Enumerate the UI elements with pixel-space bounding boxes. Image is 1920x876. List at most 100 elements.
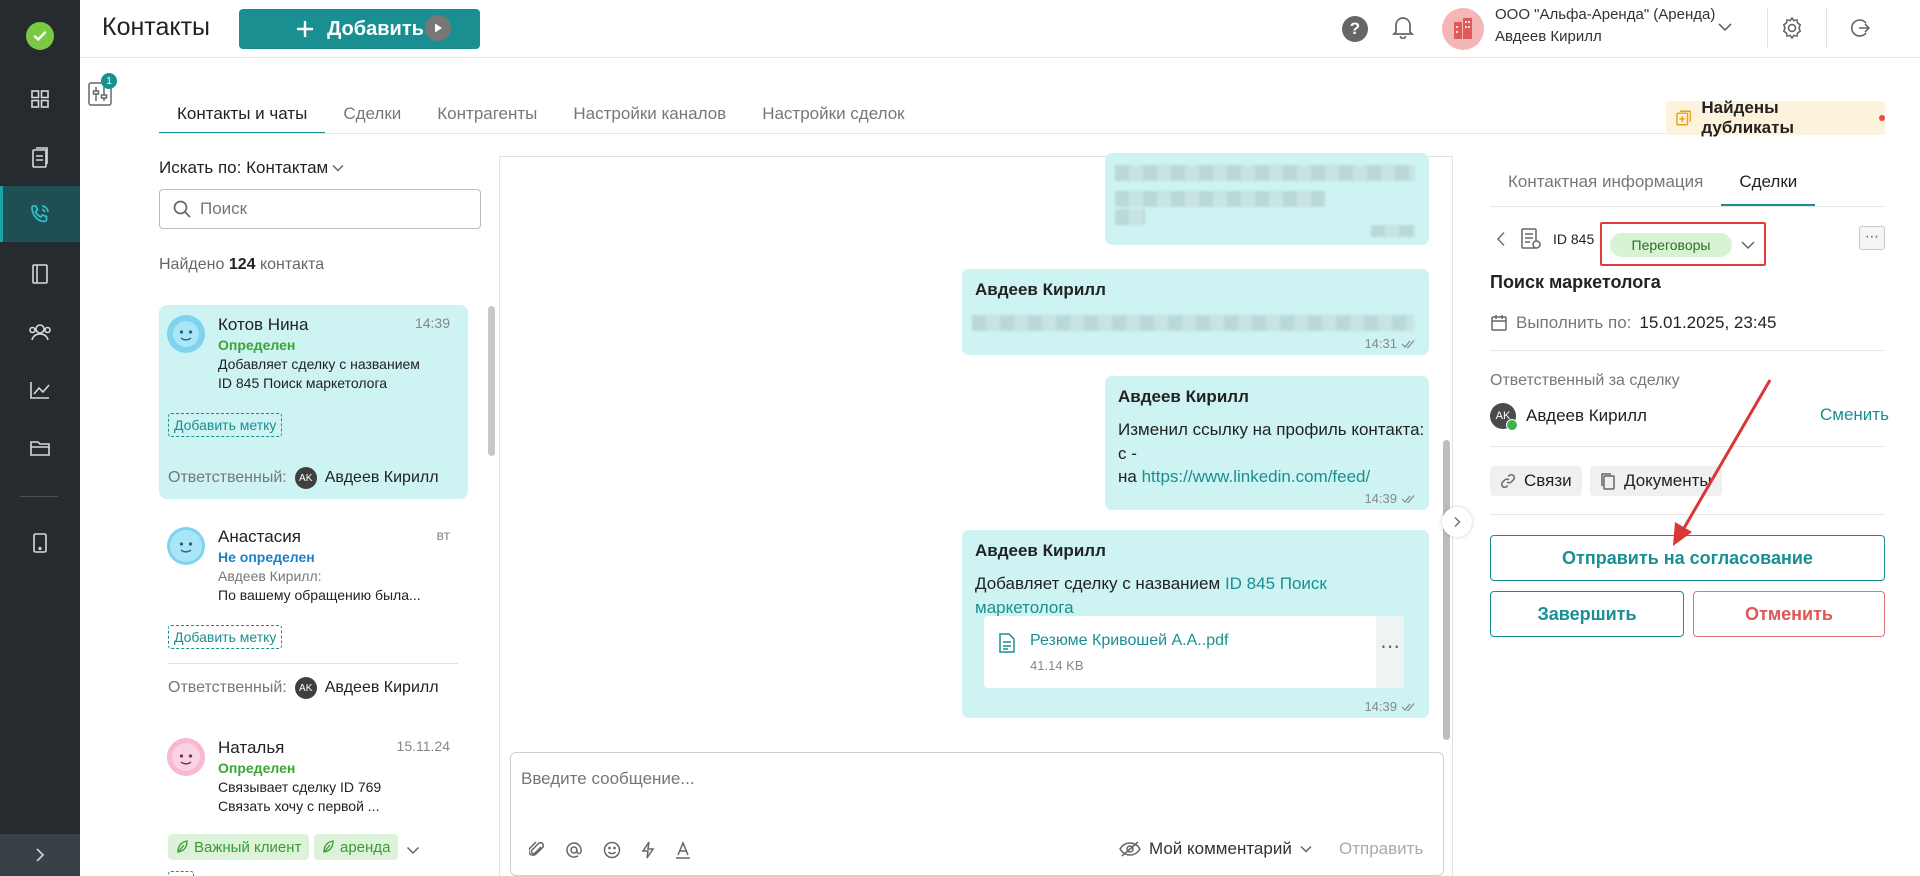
composer-tools	[529, 841, 691, 859]
page-title: Контакты	[102, 13, 210, 41]
search-by-dropdown[interactable]: Искать по: Контактам	[159, 158, 344, 178]
add-tag-button[interactable]: Добавить метку	[168, 413, 283, 437]
change-responsible-link[interactable]: Сменить	[1820, 405, 1889, 425]
tabs-divider	[159, 133, 1885, 134]
contact-time: 15.11.24	[396, 738, 450, 754]
contact-tag[interactable]: аренда	[314, 834, 399, 860]
deal-status-highlight[interactable]: Переговоры	[1600, 222, 1766, 266]
contact-last-message-author: Авдеев Кирилл:	[218, 568, 322, 584]
bell-icon[interactable]	[1391, 15, 1415, 44]
help-icon[interactable]: ?	[1342, 16, 1368, 42]
chevron-down-icon[interactable]	[1717, 19, 1733, 37]
message-text-prefix: на	[1118, 467, 1137, 486]
redacted-text	[1371, 225, 1415, 237]
file-attachment[interactable]: Резюме Кривошей А.А..pdf 41.14 KB ⋯	[984, 616, 1404, 688]
lightning-icon[interactable]	[641, 841, 655, 859]
contact-tag[interactable]: Важный клиент	[168, 834, 310, 860]
nav-tablet-icon[interactable]	[0, 515, 80, 571]
add-tag-button[interactable]	[168, 871, 194, 876]
tab-contact-info[interactable]: Контактная информация	[1490, 170, 1721, 206]
leaf-icon	[323, 840, 334, 853]
chat-message: Авдеев Кирилл Добавляет сделку с названи…	[962, 530, 1429, 718]
tab-deals-panel[interactable]: Сделки	[1721, 170, 1816, 206]
nav-folder-icon[interactable]	[0, 420, 80, 476]
emoji-icon[interactable]	[603, 841, 621, 859]
contact-responsible: Ответственный: AK Авдеев Кирилл	[168, 677, 439, 699]
contact-last-message: ID 845 Поиск маркетолога	[218, 375, 388, 391]
duplicates-found-button[interactable]: Найдены дубликаты	[1666, 98, 1885, 137]
deal-status-badge[interactable]: Переговоры	[1610, 233, 1732, 257]
nav-documents-icon[interactable]	[0, 130, 80, 186]
deal-tabs-divider	[1490, 206, 1885, 207]
deal-responsible-label: Ответственный за сделку	[1490, 372, 1680, 389]
contact-time: вт	[436, 527, 450, 543]
chat-scrollbar[interactable]	[1443, 440, 1450, 740]
message-time-text: 14:31	[1364, 336, 1397, 351]
add-tag-button[interactable]: Добавить метку	[168, 625, 283, 649]
contact-last-message: Связывает сделку ID 769	[218, 779, 382, 795]
rail-expand-chevron-icon[interactable]	[0, 834, 80, 876]
gear-icon[interactable]	[1780, 16, 1804, 45]
contact-card[interactable]: Анастасия вт Не определен Авдеев Кирилл:…	[159, 517, 468, 709]
tab-channel-settings[interactable]: Настройки каналов	[555, 100, 744, 134]
section-divider	[1490, 446, 1885, 447]
link-icon	[1500, 473, 1516, 489]
deal-panel-tabs: Контактная информация Сделки	[1490, 170, 1816, 206]
search-input[interactable]	[200, 199, 460, 219]
document-icon	[999, 633, 1015, 653]
nav-dashboard-icon[interactable]	[0, 71, 80, 127]
documents-label: Документы	[1624, 471, 1712, 490]
nav-analytics-icon[interactable]	[0, 362, 80, 418]
contact-status: Определен	[218, 760, 296, 776]
tab-counterparties[interactable]: Контрагенты	[419, 100, 555, 134]
mention-icon[interactable]	[565, 841, 583, 859]
org-avatar[interactable]	[1442, 8, 1484, 50]
chevron-down-icon	[332, 164, 344, 172]
contact-list-scrollbar[interactable]	[488, 306, 495, 456]
chevron-right-icon[interactable]	[1442, 507, 1472, 537]
send-button[interactable]: Отправить	[1339, 839, 1423, 859]
contact-search-box[interactable]	[159, 189, 481, 229]
submit-for-approval-button[interactable]: Отправить на согласование	[1490, 535, 1885, 581]
message-time-text: 14:39	[1364, 491, 1397, 506]
chevron-left-icon[interactable]	[1496, 231, 1506, 247]
contact-time: 14:39	[414, 315, 450, 331]
search-icon	[173, 200, 191, 218]
documents-button[interactable]: Документы	[1590, 466, 1722, 496]
contact-card[interactable]: Наталья 15.11.24 Определен Связывает сде…	[159, 728, 468, 876]
redacted-text	[1115, 209, 1145, 225]
nav-book-icon[interactable]	[0, 246, 80, 302]
contact-card[interactable]: Котов Нина 14:39 Определен Добавляет сде…	[159, 305, 468, 499]
deal-more-button[interactable]: ⋯	[1859, 226, 1885, 250]
header-user-name[interactable]: Авдеев Кирилл	[1495, 28, 1602, 45]
comment-mode-dropdown[interactable]: Мой комментарий	[1119, 839, 1312, 859]
linkedin-link[interactable]: https://www.linkedin.com/feed/	[1142, 467, 1371, 486]
message-input[interactable]	[521, 769, 1421, 809]
org-name[interactable]: ООО "Альфа-Аренда" (Аренда)	[1495, 6, 1715, 23]
file-more-icon[interactable]: ⋯	[1376, 616, 1404, 688]
complete-deal-button[interactable]: Завершить	[1490, 591, 1684, 637]
redacted-text	[1115, 165, 1415, 181]
search-by-label: Искать по: Контактам	[159, 158, 329, 177]
file-size: 41.14 KB	[1030, 658, 1084, 673]
text-format-icon[interactable]	[675, 841, 691, 859]
deal-document-icon	[1521, 228, 1541, 249]
tab-deals[interactable]: Сделки	[325, 100, 419, 134]
tab-contacts-chats[interactable]: Контакты и чаты	[159, 100, 326, 134]
app-logo-check-icon[interactable]	[26, 22, 54, 50]
chevron-down-icon[interactable]	[1740, 240, 1756, 250]
logout-icon[interactable]	[1848, 16, 1872, 45]
file-name[interactable]: Резюме Кривошей А.А..pdf	[1030, 632, 1228, 650]
play-icon[interactable]	[425, 15, 451, 41]
nav-contacts-phone-icon[interactable]	[0, 186, 80, 242]
links-button[interactable]: Связи	[1490, 466, 1582, 496]
message-text: на https://www.linkedin.com/feed/	[1118, 465, 1370, 489]
contact-tag-label: Важный клиент	[194, 838, 302, 856]
tags-expand-chevron-icon[interactable]	[406, 842, 420, 860]
nav-users-icon[interactable]	[0, 304, 80, 360]
paperclip-icon[interactable]	[529, 841, 545, 859]
cancel-deal-button[interactable]: Отменить	[1693, 591, 1885, 637]
redacted-text	[972, 315, 1414, 331]
tab-deal-settings[interactable]: Настройки сделок	[744, 100, 922, 134]
message-time: 14:39	[1364, 491, 1417, 506]
